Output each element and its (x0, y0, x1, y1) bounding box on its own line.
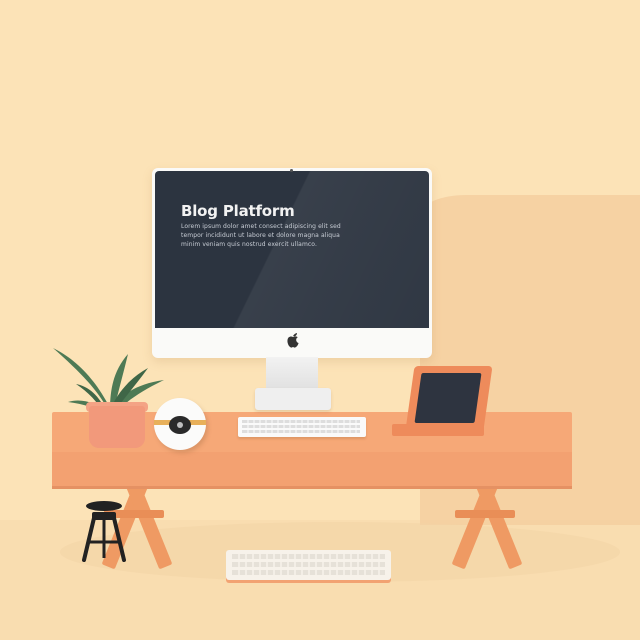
webcam-dot (290, 169, 293, 172)
speaker-lens-housing (169, 416, 191, 434)
desk-edge (52, 452, 572, 489)
monitor-stand-foot (255, 388, 331, 410)
floor-keyboard (226, 550, 391, 580)
desk-leg-right-bar (455, 510, 515, 518)
speaker-lens (177, 422, 183, 428)
speaker-camera (154, 398, 206, 450)
tablet-stand (392, 424, 484, 436)
blog-title: Blog Platform (181, 202, 295, 220)
monitor-stand-neck (266, 357, 318, 391)
blog-text-line-3: minim veniam quis nostrud exercit ullamc… (181, 241, 317, 248)
stool-icon (82, 501, 126, 562)
keyboard-keys-icon (242, 420, 360, 434)
blog-text-line-2: tempor incididunt ut labore et dolore ma… (181, 232, 340, 239)
plant-pot (89, 406, 145, 448)
monitor-screen: Blog Platform Lorem ipsum dolor amet con… (155, 171, 429, 328)
floor-keyboard-keys-icon (232, 554, 385, 576)
desk-keyboard (238, 417, 366, 437)
screen-glare (155, 171, 429, 328)
monitor: Blog Platform Lorem ipsum dolor amet con… (152, 168, 432, 358)
blog-text-line-1: Lorem ipsum dolor amet consect adipiscin… (181, 223, 341, 230)
apple-logo-icon (287, 333, 299, 348)
tablet-screen (414, 373, 482, 423)
